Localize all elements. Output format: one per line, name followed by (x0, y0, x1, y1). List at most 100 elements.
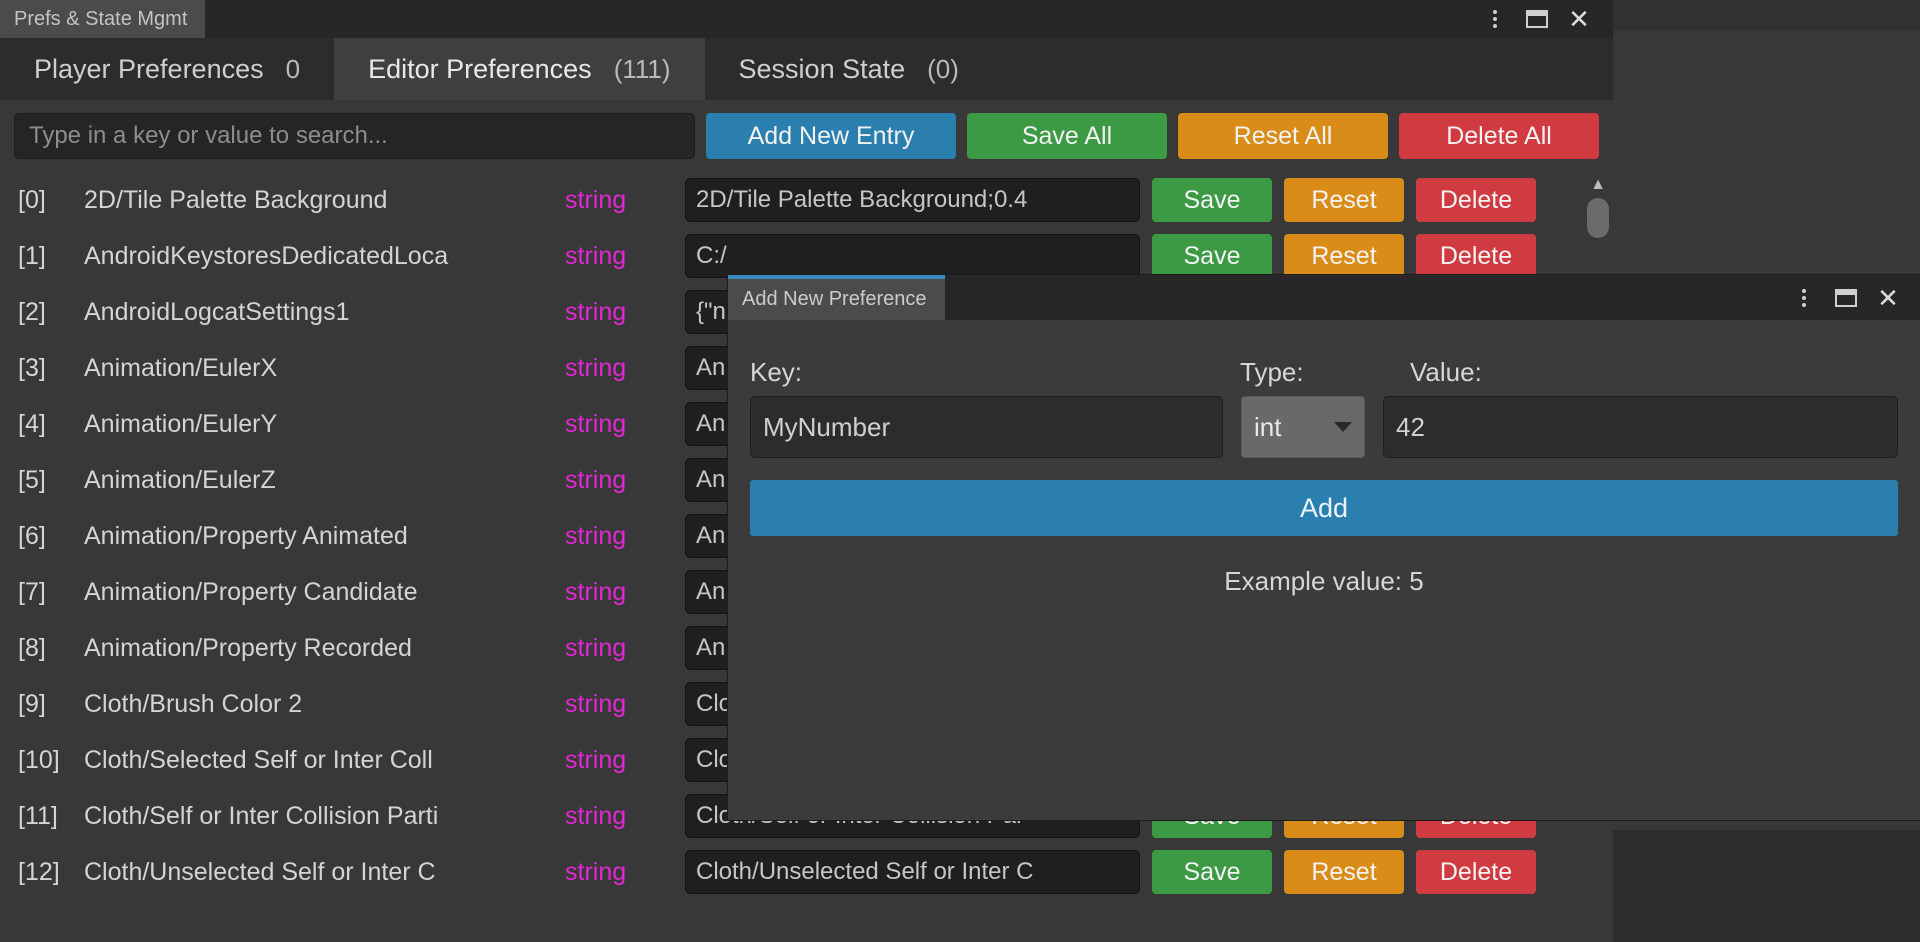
row-save-button[interactable]: Save (1152, 234, 1272, 278)
type-select[interactable]: int (1241, 396, 1365, 458)
maximize-icon (1526, 10, 1548, 28)
row-type: string (565, 521, 627, 550)
kebab-menu-icon (1493, 10, 1497, 28)
screen: Prefs & State Mgmt ✕ Player Preferences … (0, 0, 1920, 942)
row-key: Animation/Property Animated (84, 521, 408, 550)
row-delete-button[interactable]: Delete (1416, 178, 1536, 222)
save-all-button[interactable]: Save All (967, 113, 1167, 159)
row-type: string (565, 297, 627, 326)
dialog-maximize-button[interactable] (1828, 280, 1864, 316)
row-index: [4] (18, 409, 46, 438)
row-index: [10] (18, 745, 60, 774)
tab-session-state[interactable]: Session State (0) (705, 38, 993, 100)
tab-player-preferences-count: 0 (285, 53, 301, 84)
type-select-value: int (1254, 411, 1282, 442)
search-input[interactable] (14, 113, 695, 159)
row-key: Cloth/Self or Inter Collision Parti (84, 801, 439, 830)
row-type: string (565, 185, 627, 214)
value-input[interactable] (1383, 396, 1898, 458)
window-maximize-button[interactable] (1519, 1, 1555, 37)
close-icon: ✕ (1877, 282, 1899, 313)
window-title: Prefs & State Mgmt (14, 7, 188, 30)
row-reset-button[interactable]: Reset (1284, 178, 1404, 222)
row-index: [11] (18, 801, 58, 830)
row-type: string (565, 689, 627, 718)
tab-editor-preferences-count: (111) (613, 53, 671, 84)
row-type: string (565, 857, 627, 886)
dialog-menu-button[interactable] (1786, 280, 1822, 316)
row-type: string (565, 633, 627, 662)
row-value-input[interactable]: 2D/Tile Palette Background;0.4 (685, 178, 1140, 222)
dialog-fields: int (750, 396, 1898, 458)
window-close-button[interactable]: ✕ (1561, 1, 1597, 37)
row-index: [0] (18, 185, 46, 214)
add-new-entry-button[interactable]: Add New Entry (706, 113, 956, 159)
tab-editor-preferences-label: Editor Preferences (368, 53, 592, 84)
row-index: [8] (18, 633, 46, 662)
row-key: Cloth/Brush Color 2 (84, 689, 303, 718)
add-new-preference-dialog: Add New Preference ✕ Key: Type: Value: M… (728, 275, 1920, 820)
table-row: [12] Cloth/Unselected Self or Inter C stri… (0, 844, 1613, 900)
dialog-tab[interactable]: Add New Preference (728, 275, 945, 320)
window-controls: ✕ (1477, 0, 1613, 38)
row-index: [9] (18, 689, 46, 718)
value-label: Value: (1410, 357, 1482, 387)
dialog-close-button[interactable]: ✕ (1870, 280, 1906, 316)
window-menu-button[interactable] (1477, 1, 1513, 37)
tab-editor-preferences[interactable]: Editor Preferences (111) (334, 38, 705, 100)
row-type: string (565, 465, 627, 494)
row-key: Animation/EulerX (84, 353, 278, 382)
row-save-button[interactable]: Save (1152, 850, 1272, 894)
toolbar: Add New Entry Save All Reset All Delete … (0, 100, 1613, 172)
delete-all-button[interactable]: Delete All (1399, 113, 1599, 159)
row-type: string (565, 801, 627, 830)
row-index: [1] (18, 241, 46, 270)
table-row: [0] 2D/Tile Palette Background string 2D/Ti… (0, 172, 1613, 228)
tab-session-state-count: (0) (927, 53, 959, 84)
row-delete-button[interactable]: Delete (1416, 234, 1536, 278)
dialog-field-labels: Key: Type: Value: (750, 340, 1898, 388)
row-key: 2D/Tile Palette Background (84, 185, 388, 214)
window-tab[interactable]: Prefs & State Mgmt (0, 0, 206, 38)
dialog-body: Key: Type: Value: int Add Example value:… (728, 320, 1920, 820)
window-titlebar: Prefs & State Mgmt ✕ (0, 0, 1613, 38)
row-value-input[interactable]: C:/ (685, 234, 1140, 278)
row-type: string (565, 745, 627, 774)
tab-player-preferences-label: Player Preferences (34, 53, 264, 84)
row-index: [7] (18, 577, 46, 606)
right-panel-bottom-strip (1613, 830, 1920, 942)
row-index: [12] (18, 857, 60, 886)
row-key: Animation/EulerY (84, 409, 278, 438)
row-index: [5] (18, 465, 46, 494)
dialog-window-controls: ✕ (1786, 275, 1920, 320)
row-index: [6] (18, 521, 46, 550)
row-key: Cloth/Unselected Self or Inter C (84, 857, 436, 886)
tab-player-preferences[interactable]: Player Preferences 0 (0, 38, 334, 100)
dialog-titlebar: Add New Preference ✕ (728, 275, 1920, 320)
row-type: string (565, 577, 627, 606)
example-value-text: Example value: 5 (1224, 566, 1424, 596)
row-key: AndroidKeystoresDedicatedLoca (84, 241, 449, 270)
scroll-up-arrow-icon[interactable]: ▲ (1587, 174, 1609, 196)
row-key: Animation/Property Candidate (84, 577, 418, 606)
row-key: Animation/Property Recorded (84, 633, 412, 662)
kebab-menu-icon (1802, 288, 1806, 307)
preferences-tabbar: Player Preferences 0 Editor Preferences … (0, 38, 1613, 100)
row-key: AndroidLogcatSettings1 (84, 297, 350, 326)
row-save-button[interactable]: Save (1152, 178, 1272, 222)
row-key: Animation/EulerZ (84, 465, 276, 494)
right-panel-top-strip (1613, 0, 1920, 30)
close-icon: ✕ (1568, 4, 1590, 34)
type-label: Type: (1240, 357, 1304, 387)
maximize-icon (1835, 288, 1857, 307)
scrollbar-thumb[interactable] (1587, 198, 1609, 238)
reset-all-button[interactable]: Reset All (1178, 113, 1388, 159)
key-input[interactable] (750, 396, 1223, 458)
row-value-input[interactable]: Cloth/Unselected Self or Inter C (685, 850, 1140, 894)
row-index: [2] (18, 297, 46, 326)
row-reset-button[interactable]: Reset (1284, 850, 1404, 894)
row-key: Cloth/Selected Self or Inter Coll (84, 745, 433, 774)
row-reset-button[interactable]: Reset (1284, 234, 1404, 278)
row-delete-button[interactable]: Delete (1416, 850, 1536, 894)
add-button[interactable]: Add (750, 480, 1898, 536)
